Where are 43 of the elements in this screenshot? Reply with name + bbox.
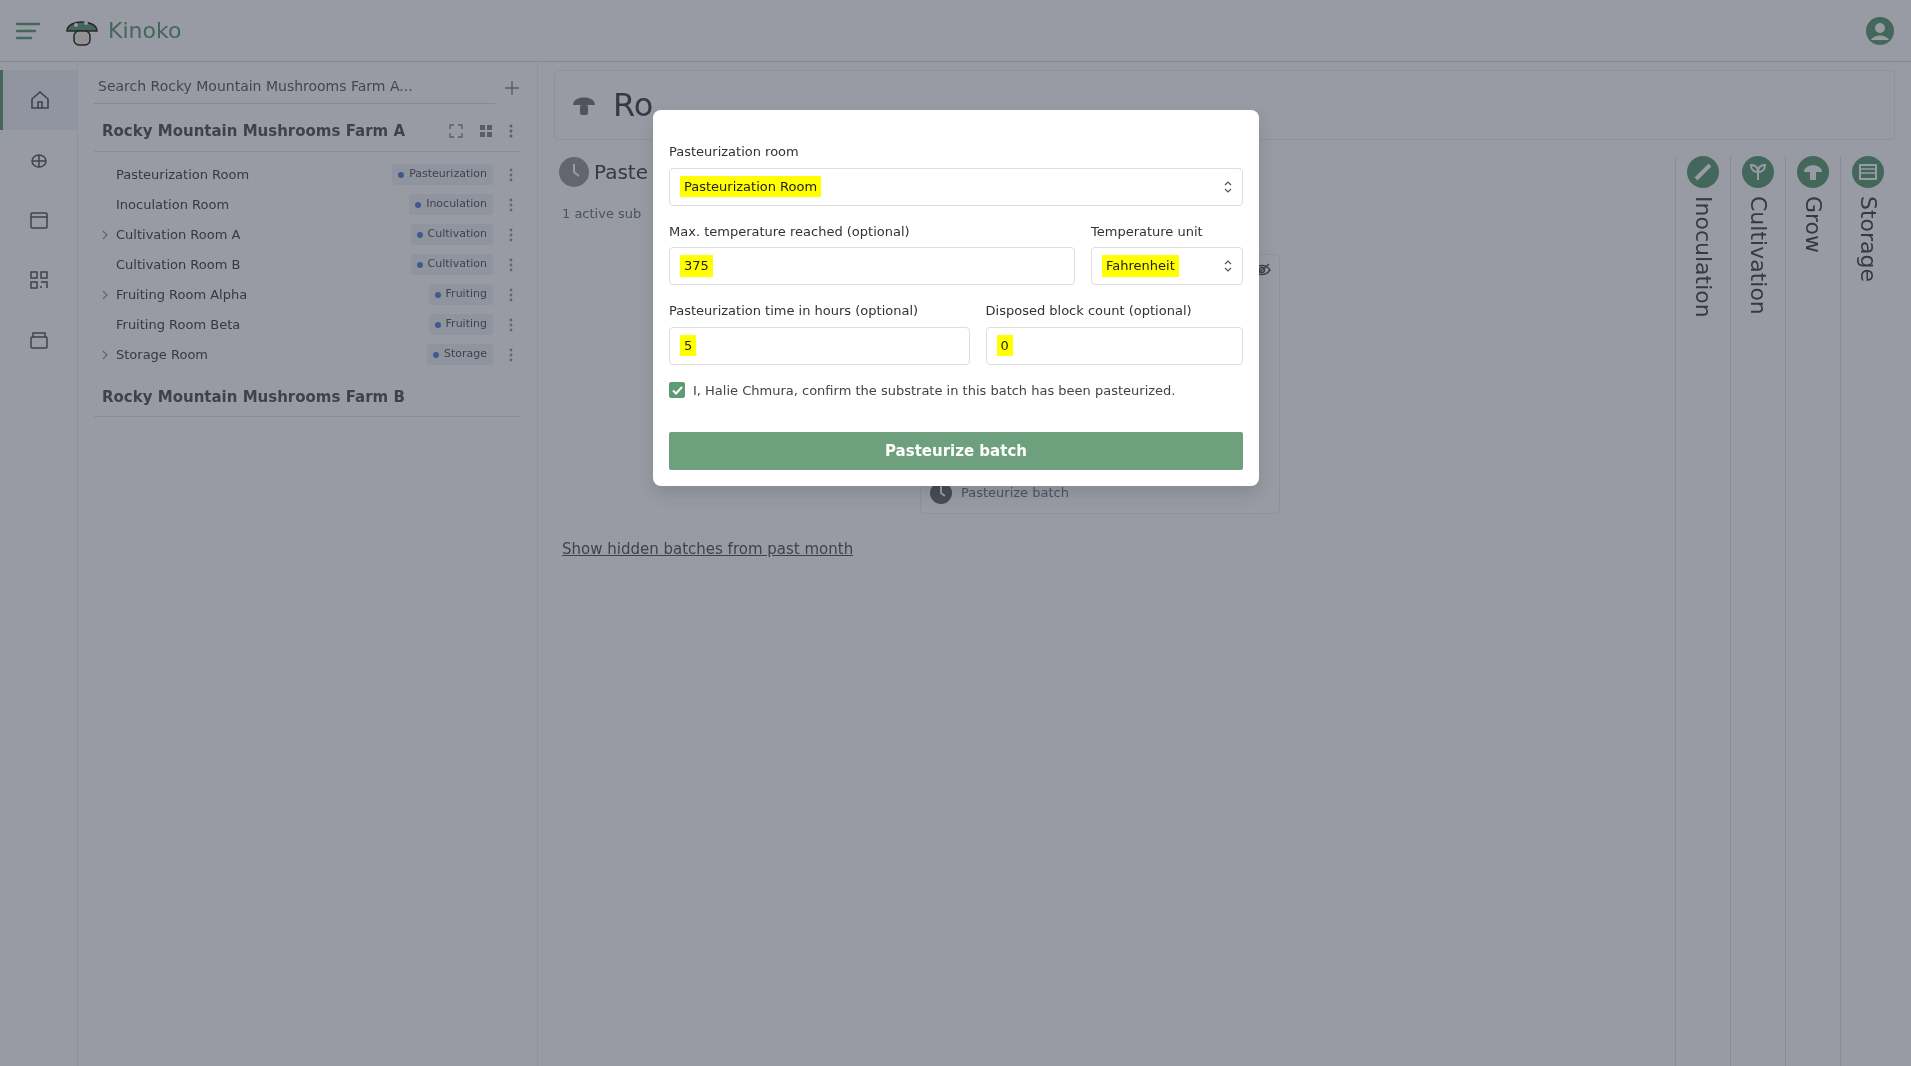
room-tag: Cultivation bbox=[410, 254, 493, 275]
room-name[interactable]: Storage Room bbox=[116, 344, 208, 365]
stage-tab[interactable]: Storage bbox=[1851, 196, 1885, 283]
field-value: Pasteurization Room bbox=[680, 175, 822, 198]
input-field[interactable]: 5 bbox=[669, 326, 970, 365]
section-title: Paste bbox=[594, 159, 648, 186]
app-title: Kinoko bbox=[108, 17, 182, 45]
stage-tab[interactable]: Inoculation bbox=[1686, 196, 1720, 318]
farm-title[interactable]: Rocky Mountain Mushrooms Farm A bbox=[102, 120, 405, 143]
pasteurize-button[interactable]: Pasteurize batch bbox=[669, 432, 1243, 470]
room-tag: Fruiting bbox=[428, 314, 493, 335]
room-tag: Pasteurization bbox=[392, 164, 493, 185]
room-tag: Inoculation bbox=[409, 194, 493, 215]
input-field[interactable]: 0 bbox=[985, 326, 1243, 365]
field-label: Pasteurization time in hours (optional) bbox=[669, 302, 920, 320]
stage-tab[interactable]: Grow bbox=[1796, 196, 1830, 254]
room-name[interactable]: Pasteurization Room bbox=[116, 164, 250, 185]
field-label: Disposed block count (optional) bbox=[985, 302, 1193, 320]
select-field[interactable]: Fahrenheit bbox=[1091, 247, 1243, 285]
select-field[interactable]: Pasteurization Room bbox=[669, 167, 1243, 206]
batch-action-link[interactable]: Pasteurize batch bbox=[961, 482, 1069, 503]
room-tag: Storage bbox=[426, 344, 493, 365]
room-name[interactable]: Cultivation Room A bbox=[116, 224, 241, 245]
room-name[interactable]: Inoculation Room bbox=[116, 194, 230, 215]
room-tag: Fruiting bbox=[428, 284, 493, 305]
hidden-batches-link[interactable]: Show hidden batches from past month bbox=[562, 537, 854, 560]
subtitle-text: 1 active sub bbox=[561, 205, 642, 223]
field-value: 375 bbox=[680, 255, 713, 277]
room-name[interactable]: Cultivation Room B bbox=[116, 254, 241, 275]
field-value: 0 bbox=[996, 334, 1013, 357]
field-value: 5 bbox=[680, 334, 697, 357]
field-label: Temperature unit bbox=[1091, 222, 1204, 241]
field-label: Max. temperature reached (optional) bbox=[669, 222, 911, 241]
field-value: Fahrenheit bbox=[1102, 255, 1179, 277]
room-name[interactable]: Fruiting Room Alpha bbox=[116, 284, 248, 305]
confirm-text: I, Halie Chmura, confirm the substrate in this batch has been pasteurized. bbox=[693, 381, 1176, 400]
room-name[interactable]: Fruiting Room Beta bbox=[116, 314, 241, 335]
input-field[interactable]: 375 bbox=[669, 247, 1075, 285]
farm-title[interactable]: Rocky Mountain Mushrooms Farm B bbox=[102, 385, 405, 408]
page-title: Ro bbox=[613, 85, 654, 126]
field-label: Pasteurization room bbox=[669, 143, 800, 161]
room-tag: Cultivation bbox=[410, 224, 493, 245]
stage-tab[interactable]: Cultivation bbox=[1741, 196, 1775, 315]
